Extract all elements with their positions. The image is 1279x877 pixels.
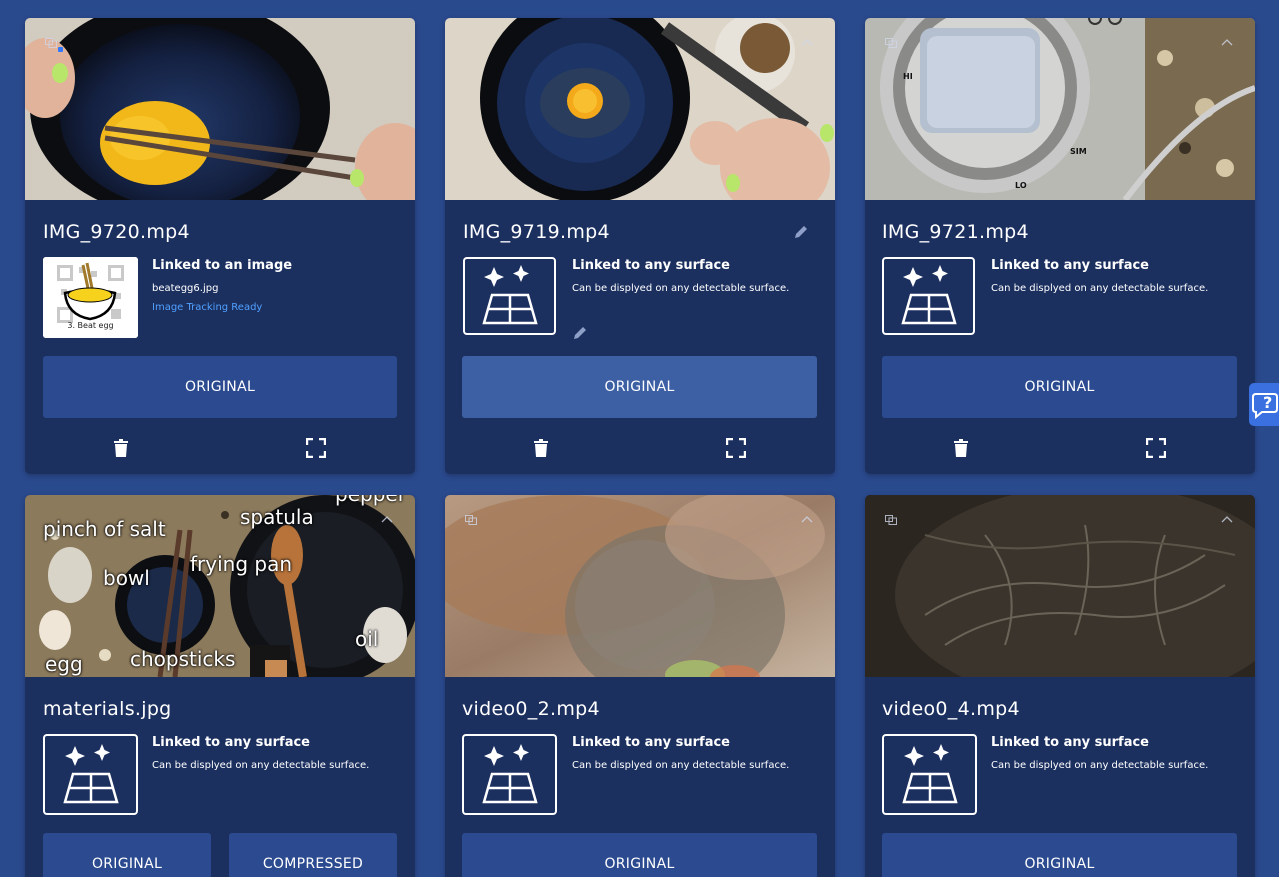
ar-surface-icon <box>43 734 138 815</box>
chevron-up-icon[interactable] <box>381 515 393 525</box>
media-card: pinch of salt spatula pepper bowl frying… <box>25 495 415 877</box>
link-description: Can be displyed on any detectable surfac… <box>152 760 370 771</box>
media-title: materials.jpg <box>43 698 172 720</box>
chevron-up-icon[interactable] <box>1221 515 1233 525</box>
link-description: Can be displyed on any detectable surfac… <box>572 283 790 294</box>
link-title: Linked to any surface <box>991 735 1149 750</box>
compressed-button[interactable]: COMPRESSED <box>229 833 397 877</box>
selection-dot <box>58 47 63 52</box>
media-title: IMG_9720.mp4 <box>43 221 190 243</box>
link-target: beategg6.jpg <box>152 283 219 294</box>
pencil-icon[interactable] <box>793 224 809 240</box>
media-card: IMG_9720.mp4 3. Beat egg Linked to an im… <box>25 18 415 474</box>
media-thumbnail[interactable] <box>865 495 1255 677</box>
link-description: Can be displyed on any detectable surfac… <box>991 283 1209 294</box>
copy-icon[interactable] <box>885 38 897 48</box>
help-button[interactable]: ? <box>1249 383 1279 426</box>
trash-icon[interactable] <box>531 438 551 458</box>
marker-caption: 3. Beat egg <box>67 321 114 330</box>
media-thumbnail[interactable]: HI SIM LO <box>865 18 1255 200</box>
copy-icon[interactable] <box>45 38 57 48</box>
thumb-label: chopsticks <box>130 647 236 671</box>
knob-label-simmer: SIM <box>1070 147 1087 156</box>
thumb-label: frying pan <box>190 552 293 576</box>
media-card: video0_4.mp4 Linked to any surface Can b… <box>865 495 1255 877</box>
copy-icon[interactable] <box>465 515 477 525</box>
thumb-label: pepper <box>335 495 406 506</box>
link-title: Linked to any surface <box>572 735 730 750</box>
original-button[interactable]: ORIGINAL <box>43 833 211 877</box>
media-title: IMG_9719.mp4 <box>463 221 610 243</box>
link-description: Can be displyed on any detectable surfac… <box>991 760 1209 771</box>
help-label: ? <box>1263 393 1273 412</box>
original-button[interactable]: ORIGINAL <box>462 833 817 877</box>
link-description: Can be displyed on any detectable surfac… <box>572 760 790 771</box>
fullscreen-icon[interactable] <box>726 438 746 458</box>
thumb-label: egg <box>45 652 83 676</box>
media-title: IMG_9721.mp4 <box>882 221 1029 243</box>
tracking-status: Image Tracking Ready <box>152 302 263 313</box>
media-card: HI SIM LO IMG_9721.mp4 Linked to any sur… <box>865 18 1255 474</box>
link-title: Linked to any surface <box>991 258 1149 273</box>
media-title: video0_2.mp4 <box>462 698 600 720</box>
thumb-label: bowl <box>103 566 150 590</box>
media-title: video0_4.mp4 <box>882 698 1020 720</box>
original-button[interactable]: ORIGINAL <box>882 356 1237 418</box>
media-thumbnail[interactable] <box>445 495 835 677</box>
thumb-label: oil <box>355 627 379 651</box>
pencil-icon[interactable] <box>572 325 588 341</box>
original-button[interactable]: ORIGINAL <box>43 356 397 418</box>
ar-surface-icon <box>882 257 975 335</box>
fullscreen-icon[interactable] <box>1146 438 1166 458</box>
link-title: Linked to any surface <box>572 258 730 273</box>
chevron-up-icon[interactable] <box>801 515 813 525</box>
thumb-label: spatula <box>240 505 314 529</box>
original-button[interactable]: ORIGINAL <box>882 833 1237 877</box>
ar-surface-icon <box>882 734 977 815</box>
media-card: video0_2.mp4 Linked to any surface Can b… <box>445 495 835 877</box>
link-title: Linked to any surface <box>152 735 310 750</box>
media-thumbnail[interactable] <box>445 18 835 200</box>
fullscreen-icon[interactable] <box>306 438 326 458</box>
copy-icon[interactable] <box>885 515 897 525</box>
ar-surface-icon <box>463 257 556 335</box>
knob-label-high: HI <box>903 72 913 81</box>
media-thumbnail[interactable]: pinch of salt spatula pepper bowl frying… <box>25 495 415 677</box>
original-button[interactable]: ORIGINAL <box>462 356 817 418</box>
media-thumbnail[interactable] <box>25 18 415 200</box>
link-title: Linked to an image <box>152 258 293 273</box>
knob-label-low: LO <box>1015 181 1027 190</box>
chevron-up-icon[interactable] <box>1221 38 1233 48</box>
trash-icon[interactable] <box>951 438 971 458</box>
chevron-up-icon[interactable] <box>801 38 813 48</box>
thumb-label: pinch of salt <box>43 517 166 541</box>
trash-icon[interactable] <box>111 438 131 458</box>
marker-image: 3. Beat egg <box>43 257 138 338</box>
media-card: IMG_9719.mp4 Linked to any surface Can b… <box>445 18 835 474</box>
ar-surface-icon <box>462 734 557 815</box>
